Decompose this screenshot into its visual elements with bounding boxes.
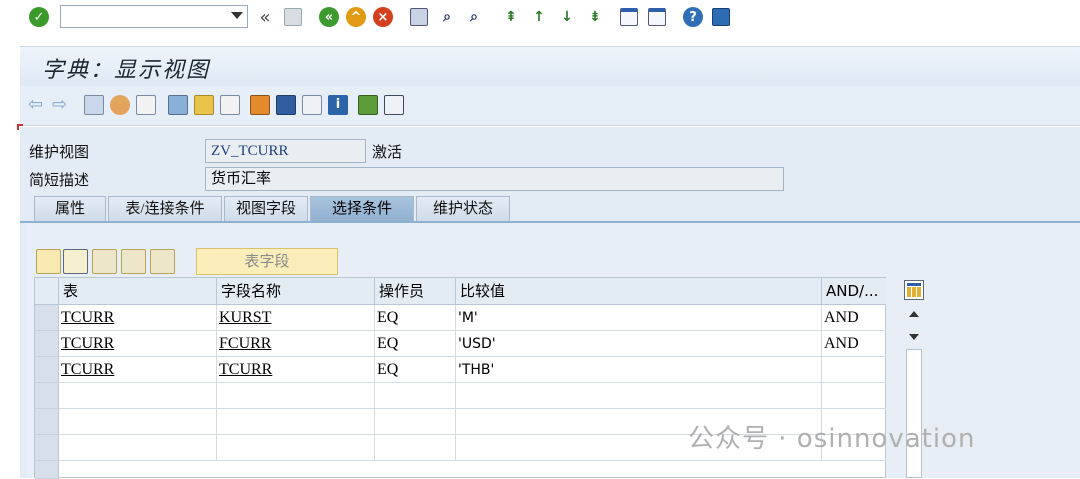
prev-page-icon[interactable]: ↑	[528, 6, 550, 28]
table-cell[interactable]: TCURR	[59, 331, 217, 357]
operator-cell[interactable]: EQ	[375, 357, 456, 383]
dropdown-arrow-icon[interactable]	[231, 12, 243, 19]
column-header-table[interactable]: 表	[59, 278, 217, 305]
paste-icon[interactable]	[92, 249, 117, 274]
and-or-cell[interactable]	[822, 357, 886, 383]
tab-attributes[interactable]: 属性	[34, 196, 106, 222]
desc-field[interactable]: 货币汇率	[205, 167, 784, 191]
list-icon[interactable]	[276, 95, 296, 115]
empty-cell[interactable]	[375, 409, 456, 435]
operator-cell[interactable]: EQ	[375, 305, 456, 331]
empty-cell[interactable]	[375, 435, 456, 461]
row-selector[interactable]	[35, 357, 59, 383]
back-arrow-icon[interactable]: ⇦	[28, 95, 48, 115]
page-title: 字典：显示视图	[42, 58, 211, 83]
first-page-icon[interactable]: ⇞	[500, 6, 522, 28]
view-name-field[interactable]: ZV_TCURR	[205, 139, 366, 163]
layout-icon[interactable]	[358, 95, 378, 115]
info-icon[interactable]: i	[328, 95, 348, 115]
next-page-icon[interactable]: ↓	[556, 6, 578, 28]
tab-table-join[interactable]: 表/连接条件	[108, 196, 222, 222]
row-selector[interactable]	[35, 435, 59, 461]
field-cell[interactable]: TCURR	[217, 357, 375, 383]
shortcut-icon[interactable]	[646, 6, 668, 28]
new-session-icon[interactable]	[618, 6, 640, 28]
compare-value-cell[interactable]: 'THB'	[456, 357, 822, 383]
view-status: 激活	[372, 145, 403, 161]
empty-cell[interactable]	[59, 435, 217, 461]
back-icon[interactable]: «	[318, 6, 340, 28]
empty-cell[interactable]	[822, 383, 886, 409]
table-cell[interactable]: TCURR	[59, 305, 217, 331]
row-selector[interactable]	[35, 409, 59, 435]
table-cell[interactable]: TCURR	[59, 357, 217, 383]
display-change-icon[interactable]	[84, 95, 104, 115]
operator-cell[interactable]: EQ	[375, 331, 456, 357]
back-chevrons-icon[interactable]: «	[254, 6, 276, 28]
delete-row-icon[interactable]	[150, 249, 175, 274]
help-icon[interactable]: ?	[682, 6, 704, 28]
empty-cell[interactable]	[59, 383, 217, 409]
activate-icon[interactable]	[168, 95, 188, 115]
empty-cell[interactable]	[217, 435, 375, 461]
field-cell[interactable]: KURST	[217, 305, 375, 331]
field-cell[interactable]: FCURR	[217, 331, 375, 357]
copy-icon[interactable]	[63, 249, 88, 274]
last-page-icon[interactable]: ⇟	[584, 6, 606, 28]
view-label: 维护视图	[29, 145, 90, 161]
column-header-and-or[interactable]: AND/...	[822, 278, 886, 305]
hierarchy-icon[interactable]	[250, 95, 270, 115]
cut-icon[interactable]	[36, 249, 61, 274]
column-settings-icon[interactable]	[904, 280, 924, 300]
row-selector[interactable]	[35, 383, 59, 409]
find-icon[interactable]: ⌕	[436, 6, 458, 28]
find-next-icon[interactable]: ⌕	[463, 6, 485, 28]
check-icon[interactable]: ✓	[28, 6, 50, 28]
desc-label: 简短描述	[29, 173, 90, 189]
scroll-track[interactable]	[906, 349, 922, 478]
and-or-cell[interactable]: AND	[822, 305, 886, 331]
empty-cell[interactable]	[375, 383, 456, 409]
magic-wand-icon[interactable]	[194, 95, 214, 115]
check-object-icon[interactable]	[136, 95, 156, 115]
select-all-header[interactable]	[35, 278, 59, 305]
table-field-button[interactable]: 表字段	[196, 248, 338, 275]
column-header-operator[interactable]: 操作员	[375, 278, 456, 305]
column-header-compare-value[interactable]: 比较值	[456, 278, 822, 305]
row-selector[interactable]	[35, 461, 59, 479]
compare-value-cell[interactable]: 'M'	[456, 305, 822, 331]
forward-arrow-icon[interactable]: ⇨	[52, 95, 72, 115]
print-icon[interactable]	[408, 6, 430, 28]
column-header-field-name[interactable]: 字段名称	[217, 278, 375, 305]
title-bar: 字典：显示视图	[20, 46, 1080, 86]
application-toolbar: ⇦ ⇨ i	[20, 86, 1080, 126]
tab-maintenance-status[interactable]: 维护状态	[416, 196, 510, 222]
exit-icon[interactable]: ^	[345, 6, 367, 28]
save-icon[interactable]	[282, 6, 304, 28]
row-selector[interactable]	[35, 331, 59, 357]
compare-value-cell[interactable]: 'USD'	[456, 331, 822, 357]
scroll-down-icon[interactable]	[909, 334, 919, 340]
empty-cell[interactable]	[456, 383, 822, 409]
command-field[interactable]	[60, 5, 248, 28]
and-or-cell[interactable]: AND	[822, 331, 886, 357]
tab-view-fields[interactable]: 视图字段	[224, 196, 308, 222]
empty-cell[interactable]	[59, 409, 217, 435]
other-object-icon[interactable]	[110, 95, 130, 115]
scroll-up-icon[interactable]	[909, 311, 919, 317]
system-toolbar: ✓ « « ^ × ⌕ ⌕ ⇞ ↑ ↓ ⇟ ?	[0, 0, 1080, 34]
empty-cell[interactable]	[217, 383, 375, 409]
customize-layout-icon[interactable]	[710, 6, 732, 28]
columns-icon[interactable]	[384, 95, 404, 115]
tab-selection-conditions[interactable]: 选择条件	[310, 196, 414, 222]
insert-row-icon[interactable]	[121, 249, 146, 274]
empty-cell[interactable]	[217, 409, 375, 435]
cancel-icon[interactable]: ×	[372, 6, 394, 28]
watermark-text: 公众号 · osinnovation	[688, 424, 976, 454]
table-icon[interactable]	[302, 95, 322, 115]
where-used-icon[interactable]	[220, 95, 240, 115]
row-selector[interactable]	[35, 305, 59, 331]
